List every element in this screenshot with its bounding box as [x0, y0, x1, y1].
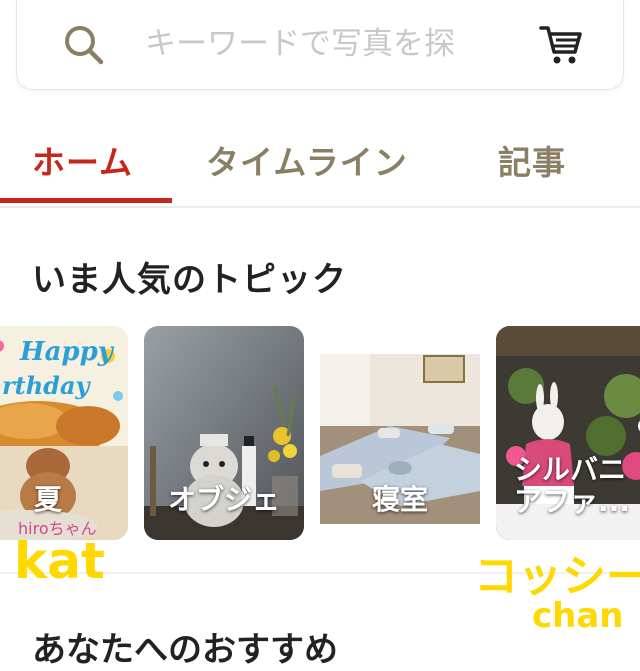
tab-bar: ホーム タイムライン 記事 [0, 110, 640, 208]
topic-carousel[interactable]: Happy rthday hiroちゃん 夏 オブジェ 寝室 シルバニ アファ.… [0, 326, 640, 542]
next-section-title: あなたへのおすすめ [32, 630, 338, 670]
topic-card-sylvanian[interactable]: シルバニ アファ... [496, 326, 640, 540]
image-text-birthday: rthday [2, 371, 92, 400]
search-icon[interactable] [61, 22, 107, 68]
overlay-caption-chan: chan [532, 596, 624, 636]
topic-label: 寝室 [371, 483, 428, 516]
topic-label: シルバニ アファ... [514, 453, 630, 518]
topic-label: オブジェ [167, 483, 280, 516]
topic-label: 夏 [33, 483, 62, 516]
topic-card-bedroom[interactable]: 寝室 [320, 326, 480, 540]
section-title: いま人気のトピック [32, 260, 347, 300]
cart-icon[interactable] [537, 20, 585, 68]
tab-home[interactable]: ホーム [32, 136, 133, 184]
overlay-caption-kat: kat [14, 532, 105, 590]
search-input[interactable] [145, 20, 515, 68]
topic-card-objet[interactable]: オブジェ [144, 326, 304, 540]
active-tab-indicator [0, 198, 172, 203]
search-bar [16, 0, 624, 90]
image-text-happy: Happy [19, 337, 115, 367]
tab-timeline[interactable]: タイムライン [206, 136, 408, 184]
topic-card-summer[interactable]: Happy rthday hiroちゃん 夏 [0, 326, 128, 540]
tab-articles[interactable]: 記事 [498, 136, 566, 184]
overlay-caption-kossie: コッシー [474, 551, 640, 602]
